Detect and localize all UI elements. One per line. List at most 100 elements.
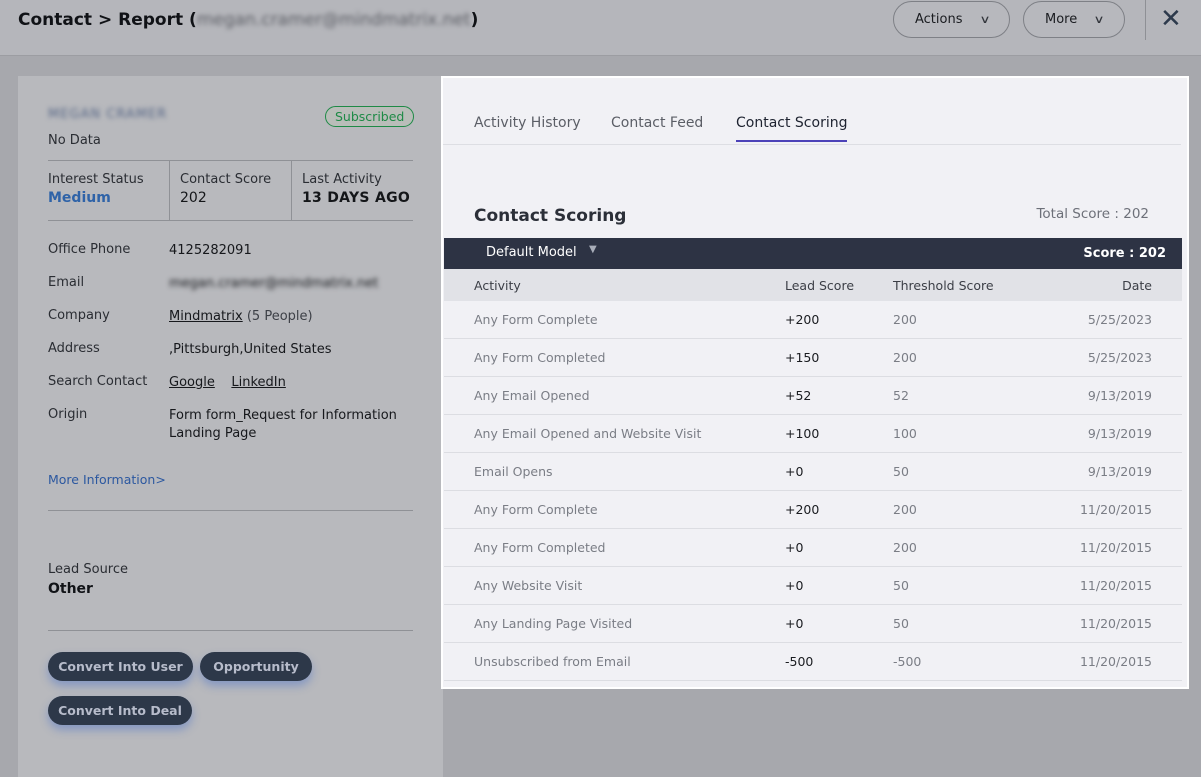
lead-source-label: Lead Source: [48, 562, 129, 577]
date-cell: 5/25/2023: [1087, 312, 1152, 327]
more-information-link[interactable]: More Information>: [48, 472, 166, 487]
table-row: Any Website Visit +0 50 11/20/2015: [444, 567, 1182, 605]
email-value: megan.cramer@mindmatrix.net: [169, 276, 379, 291]
date-cell: 9/13/2019: [1087, 388, 1152, 403]
page-title: Contact > Report ( megan.cramer@mindmatr…: [18, 10, 478, 30]
date-cell: 9/13/2019: [1087, 464, 1152, 479]
threshold-score-cell: 200: [893, 312, 917, 327]
table-row: Email Opens +0 50 9/13/2019: [444, 453, 1182, 491]
activity-cell: Any Email Opened: [474, 388, 590, 403]
date-cell: 11/20/2015: [1079, 616, 1152, 631]
address-value: ,Pittsburgh,United States: [169, 342, 332, 357]
table-row: Any Landing Page Visited +0 50 11/20/2015: [444, 605, 1182, 643]
activity-cell: Any Form Complete: [474, 312, 598, 327]
opportunity-button[interactable]: Opportunity: [200, 652, 312, 681]
lead-source-value: Other: [48, 581, 93, 597]
company-link[interactable]: Mindmatrix: [169, 309, 243, 324]
table-row: Any Form Completed +0 200 11/20/2015: [444, 529, 1182, 567]
model-score: Score : 202: [1083, 246, 1166, 261]
lead-score-cell: +0: [785, 578, 804, 593]
model-bar: Default Model ▼ Score : 202: [444, 238, 1182, 269]
linkedin-link[interactable]: LinkedIn: [231, 375, 285, 390]
model-select[interactable]: Default Model: [486, 245, 577, 260]
office-phone-value: 4125282091: [169, 243, 252, 258]
actions-label: Actions: [915, 12, 963, 27]
lead-score-cell: +0: [785, 540, 804, 555]
contact-scoring-panel: Activity History Contact Feed Contact Sc…: [441, 76, 1189, 689]
origin-value: Form form_Request for Information Landin…: [169, 408, 397, 441]
convert-into-deal-button[interactable]: Convert Into Deal: [48, 696, 192, 725]
page-title-email: megan.cramer@mindmatrix.net: [196, 10, 471, 30]
col-date: Date: [1122, 278, 1152, 293]
close-icon[interactable]: ✕: [1160, 4, 1182, 34]
stat-label: Last Activity: [302, 172, 382, 187]
tab-activity-history[interactable]: Activity History: [474, 115, 581, 131]
header-divider: [1145, 0, 1146, 40]
search-contact-label: Search Contact: [48, 374, 148, 389]
lead-score-cell: +0: [785, 616, 804, 631]
date-cell: 9/13/2019: [1087, 426, 1152, 441]
caret-down-icon[interactable]: ▼: [589, 244, 597, 255]
status-badge: Subscribed: [325, 106, 415, 127]
stat-value: 202: [180, 190, 207, 206]
lead-score-cell: +200: [785, 502, 820, 517]
threshold-score-cell: 200: [893, 350, 917, 365]
table-row: Any Email Opened +52 52 9/13/2019: [444, 377, 1182, 415]
threshold-score-cell: 50: [893, 578, 909, 593]
total-score: Total Score : 202: [1036, 206, 1149, 222]
divider: [48, 510, 413, 511]
top-bar: Contact > Report ( megan.cramer@mindmatr…: [0, 0, 1201, 56]
google-link[interactable]: Google: [169, 375, 215, 390]
date-cell: 11/20/2015: [1079, 654, 1152, 669]
lead-score-cell: +150: [785, 350, 820, 365]
actions-button[interactable]: Actions ∨: [893, 1, 1010, 38]
table-header: Activity Lead Score Threshold Score Date: [444, 269, 1182, 301]
office-phone-label: Office Phone: [48, 242, 131, 257]
stat-value: Medium: [48, 190, 111, 206]
chevron-down-icon: ∨: [1093, 13, 1105, 26]
threshold-score-cell: 50: [893, 464, 909, 479]
lead-score-cell: +52: [785, 388, 812, 403]
threshold-score-cell: 100: [893, 426, 917, 441]
lead-score-cell: +0: [785, 464, 804, 479]
tab-contact-feed[interactable]: Contact Feed: [611, 115, 703, 131]
activity-cell: Unsubscribed from Email: [474, 654, 631, 669]
more-button[interactable]: More ∨: [1023, 1, 1125, 38]
company-people-count: (5 People): [246, 309, 313, 324]
convert-into-user-button[interactable]: Convert Into User: [48, 652, 193, 681]
threshold-score-cell: 200: [893, 502, 917, 517]
stat-contact-score: Contact Score 202: [169, 161, 291, 220]
chevron-down-icon: ∨: [978, 13, 991, 26]
date-cell: 5/25/2023: [1087, 350, 1152, 365]
activity-cell: Any Form Completed: [474, 540, 606, 555]
contact-name: MEGAN CRAMER: [48, 107, 168, 122]
col-threshold-score: Threshold Score: [893, 278, 994, 293]
table-row: Any Email Opened and Website Visit +100 10…: [444, 415, 1182, 453]
scoring-title: Contact Scoring: [474, 206, 627, 226]
company-label: Company: [48, 308, 110, 323]
threshold-score-cell: -500: [893, 654, 922, 669]
col-lead-score: Lead Score: [785, 278, 855, 293]
col-activity: Activity: [474, 278, 521, 293]
table-row: Any Form Completed +150 200 5/25/2023: [444, 339, 1182, 377]
email-label: Email: [48, 275, 85, 290]
date-cell: 11/20/2015: [1079, 502, 1152, 517]
contact-stats: Interest Status Medium Contact Score 202…: [48, 160, 413, 221]
table-row: Any Form Complete +200 200 11/20/2015: [444, 491, 1182, 529]
activity-cell: Email Opens: [474, 464, 553, 479]
more-label: More: [1045, 12, 1078, 27]
contact-details-panel: MEGAN CRAMER Subscribed No Data Interest…: [18, 76, 443, 777]
threshold-score-cell: 50: [893, 616, 909, 631]
lead-score-cell: +100: [785, 426, 820, 441]
address-label: Address: [48, 341, 100, 356]
activity-cell: Any Form Completed: [474, 350, 606, 365]
activity-cell: Any Email Opened and Website Visit: [474, 426, 702, 441]
activity-cell: Any Landing Page Visited: [474, 616, 633, 631]
activity-cell: Any Form Complete: [474, 502, 598, 517]
tab-contact-scoring[interactable]: Contact Scoring: [736, 115, 848, 142]
date-cell: 11/20/2015: [1079, 578, 1152, 593]
origin-label: Origin: [48, 407, 88, 422]
stat-interest-status: Interest Status Medium: [48, 161, 169, 220]
stat-last-activity: Last Activity 13 DAYS AGO: [291, 161, 413, 220]
divider: [48, 630, 413, 631]
